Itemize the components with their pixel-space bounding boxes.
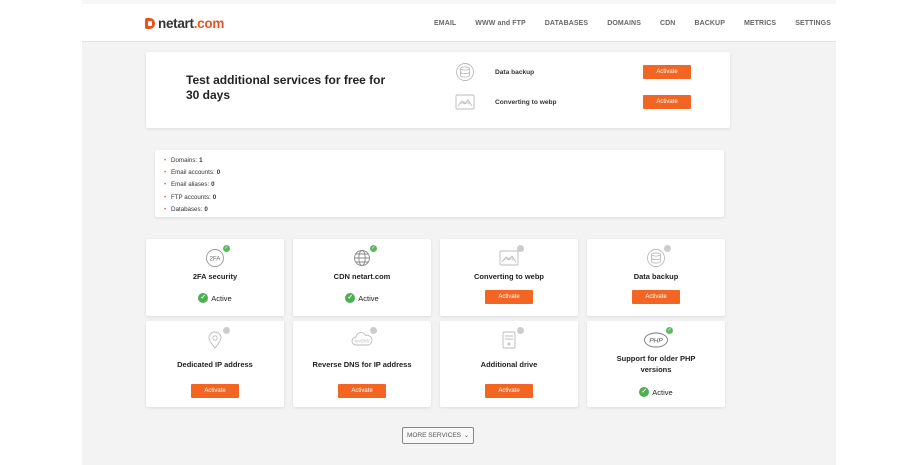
enabled-badge-icon: ✓ [666,327,673,334]
status-badge: ✓ Active [293,293,431,303]
inactive-badge-icon [664,245,671,252]
php-icon: PHP ✓ [643,327,673,350]
service-title: Data backup [633,272,679,281]
trial-promo-panel: Test additional services for free for 30… [146,52,730,128]
stat-item: • Databases: 0 [164,204,724,216]
nav-email[interactable]: EMAIL [434,20,456,27]
activate-dedicated-ip-button[interactable]: Activate [191,384,239,398]
promo-item-label: Data backup [495,68,535,76]
activate-webp-button[interactable]: Activate [643,95,691,109]
activate-additional-drive-button[interactable]: Activate [485,384,533,398]
svg-text:webp: webp [504,256,515,261]
activate-webp-card-button[interactable]: Activate [485,290,533,304]
inactive-badge-icon [223,327,230,334]
check-circle-icon: ✓ [198,293,209,303]
service-card-data-backup: Data backup Activate [587,239,725,316]
service-title: Support for older PHP versions [616,354,696,374]
service-title: Dedicated IP address [177,360,253,369]
service-card-dedicated-ip: Dedicated IP address Activate [146,321,284,407]
logo[interactable]: netart.com [145,15,224,31]
service-title: 2FA security [192,272,238,281]
svg-text:revDNS: revDNS [355,339,370,344]
bullet-icon: • [164,194,167,201]
main-nav: EMAIL WWW and FTP DATABASES DOMAINS CDN … [415,4,831,42]
service-title: Reverse DNS for IP address [312,360,412,369]
service-card-reverse-dns: revDNS Reverse DNS for IP address Activa… [293,321,431,407]
promo-item-data-backup: Data backup Activate [454,63,694,81]
inactive-badge-icon [517,327,524,334]
nav-databases[interactable]: DATABASES [545,20,588,27]
logo-text: netart.com [158,15,225,31]
bullet-icon: • [164,206,167,213]
database-backup-icon [645,245,671,268]
status-badge: ✓ Active [587,387,725,397]
svg-text:PHP: PHP [649,338,663,345]
globe-icon: ✓ [351,245,377,268]
webp-image-icon: webp [498,245,524,268]
service-card-additional-drive: Additional drive Activate [440,321,578,407]
stat-item: • Email aliases: 0 [164,179,724,191]
stat-item: • Domains: 1 [164,155,724,167]
promo-item-webp: webp Converting to webp Activate [454,93,694,111]
bullet-icon: • [164,158,167,164]
location-pin-icon [204,327,230,350]
nav-domains[interactable]: DOMAINS [607,20,641,27]
status-badge: ✓ Active [146,293,284,303]
bullet-icon: • [164,170,167,177]
bullet-icon: • [164,182,167,189]
service-title: Additional drive [480,360,538,369]
drive-icon [498,327,524,350]
stat-item: • FTP accounts: 0 [164,192,724,204]
svg-text:2FA: 2FA [210,256,221,262]
inactive-badge-icon [517,245,524,252]
service-card-php-versions: PHP ✓ Support for older PHP versions ✓ Ac… [587,321,725,407]
enabled-badge-icon: ✓ [223,245,230,252]
activate-data-backup-button[interactable]: Activate [643,65,691,79]
check-circle-icon: ✓ [345,293,356,303]
stat-item: • Email accounts: 0 [164,167,724,179]
chevron-down-icon: ⌄ [464,433,470,439]
service-card-cdn: ✓ CDN netart.com ✓ Active [293,239,431,316]
service-card-2fa: 2FA ✓ 2FA security ✓ Active [146,239,284,316]
inactive-badge-icon [370,327,377,334]
webp-image-icon: webp [454,92,476,112]
database-backup-icon [454,62,476,82]
enabled-badge-icon: ✓ [370,245,377,252]
rdns-cloud-icon: revDNS [351,327,377,350]
nav-backup[interactable]: BACKUP [694,20,725,27]
activate-reverse-dns-button[interactable]: Activate [338,384,386,398]
more-services-button[interactable]: MORE SERVICES ⌄ [402,427,474,444]
svg-text:webp: webp [460,100,471,105]
promo-item-label: Converting to webp [495,98,557,106]
nav-settings[interactable]: SETTINGS [795,20,831,27]
check-circle-icon: ✓ [639,387,650,397]
account-stats-panel: • Domains: 1 • Email accounts: 0 • Email alia… [155,150,724,217]
top-header: netart.com EMAIL WWW and FTP DATABASES D… [82,4,836,42]
service-card-webp: webp Converting to webp Activate [440,239,578,316]
2fa-icon: 2FA ✓ [204,245,230,268]
logo-mark-icon [145,16,157,30]
service-title: Converting to webp [474,272,544,281]
nav-cdn[interactable]: CDN [660,20,675,27]
service-title: CDN netart.com [333,272,391,281]
activate-data-backup-card-button[interactable]: Activate [632,290,680,304]
nav-www-ftp[interactable]: WWW and FTP [475,20,525,27]
promo-title: Test additional services for free for 30… [186,73,386,102]
nav-metrics[interactable]: METRICS [744,20,776,27]
